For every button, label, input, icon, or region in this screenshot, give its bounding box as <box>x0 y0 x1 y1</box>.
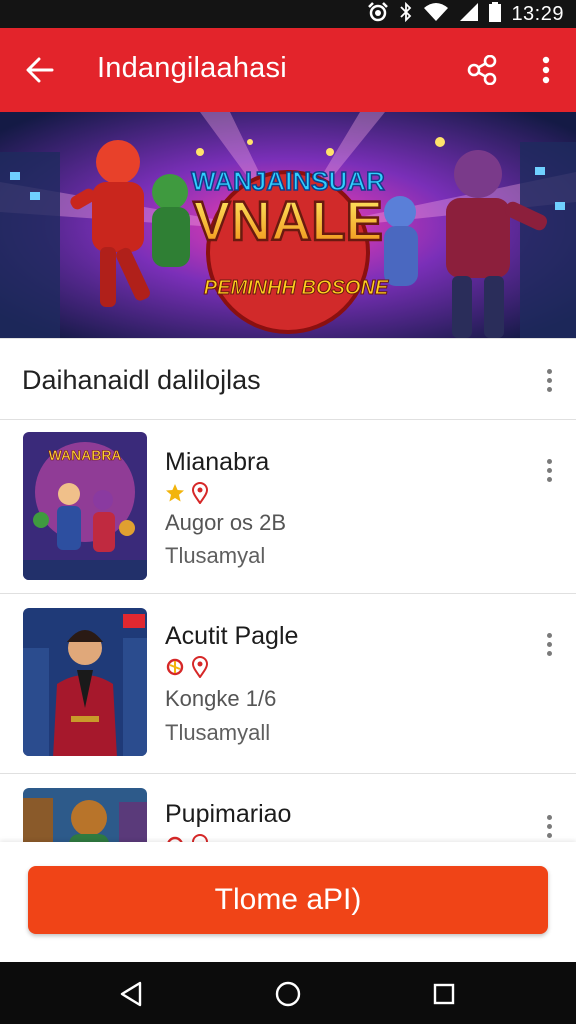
list-item[interactable]: Pupimariao <box>0 774 576 842</box>
app-bar: Indangilaahasi <box>0 28 576 112</box>
item-title: Acutit Pagle <box>165 622 299 650</box>
bluetooth-icon <box>399 1 413 27</box>
location-pin-icon <box>191 482 209 504</box>
item-subtitle: Tlusamyall <box>165 720 271 745</box>
battery-icon <box>489 1 502 27</box>
arrow-left-icon <box>26 57 54 83</box>
list-item[interactable]: WANABRA Mianabra Augor os 2B Tlusamyal <box>0 420 576 594</box>
bottom-action-area: Tlome aPI) <box>0 842 576 962</box>
item-more-button[interactable] <box>534 806 564 842</box>
item-subtitle: Tlusamyal <box>165 543 266 568</box>
item-thumbnail <box>23 788 147 842</box>
hero-banner[interactable]: WANJAINSUAR VNALE PEMINHH BOSONE <box>0 112 576 338</box>
share-button[interactable] <box>460 48 504 92</box>
back-button[interactable] <box>18 48 62 92</box>
badge-icon <box>166 658 184 676</box>
item-meta: Augor os 2B <box>165 510 287 535</box>
nav-recents-button[interactable] <box>424 974 464 1014</box>
wifi-icon <box>423 2 449 27</box>
banner-headline-main: VNALE <box>193 189 383 252</box>
star-icon <box>166 484 184 502</box>
recents-square-icon <box>433 983 455 1005</box>
item-more-button[interactable] <box>534 624 564 664</box>
list-item[interactable]: Acutit Pagle Kongke 1/6 Tlusamyall <box>0 594 576 774</box>
item-more-button[interactable] <box>534 450 564 490</box>
location-pin-icon <box>191 656 209 678</box>
item-title: Mianabra <box>165 448 270 476</box>
alarm-icon <box>367 1 389 27</box>
primary-action-button[interactable]: Tlome aPI) <box>28 866 548 934</box>
home-circle-icon <box>275 981 301 1007</box>
status-time: 13:29 <box>511 2 564 25</box>
item-title: Pupimariao <box>165 800 292 828</box>
badge-icon <box>167 836 183 842</box>
nav-home-button[interactable] <box>268 974 308 1014</box>
app-title: Indangilaahasi <box>97 52 287 84</box>
location-pin-icon <box>191 834 209 842</box>
nav-back-button[interactable] <box>111 974 151 1014</box>
more-vertical-icon <box>542 56 550 84</box>
hero-blue-character <box>384 196 418 286</box>
more-options-button[interactable] <box>524 48 568 92</box>
item-meta: Kongke 1/6 <box>165 686 277 711</box>
item-thumbnail: WANABRA <box>23 432 147 580</box>
share-icon <box>467 55 497 85</box>
thumb-title-text: WANABRA <box>48 447 121 463</box>
section-title: Daihanaidl dalilojlas <box>22 365 261 395</box>
banner-tagline: PEMINHH BOSONE <box>204 277 389 299</box>
status-bar: 13:29 <box>0 0 576 28</box>
system-nav-bar <box>0 962 576 1024</box>
section-more-button[interactable] <box>534 360 564 400</box>
back-triangle-icon <box>120 981 142 1007</box>
item-thumbnail <box>23 608 147 756</box>
signal-icon <box>459 2 479 27</box>
section-header: Daihanaidl dalilojlas <box>0 338 576 420</box>
hero-green-character <box>152 174 190 267</box>
